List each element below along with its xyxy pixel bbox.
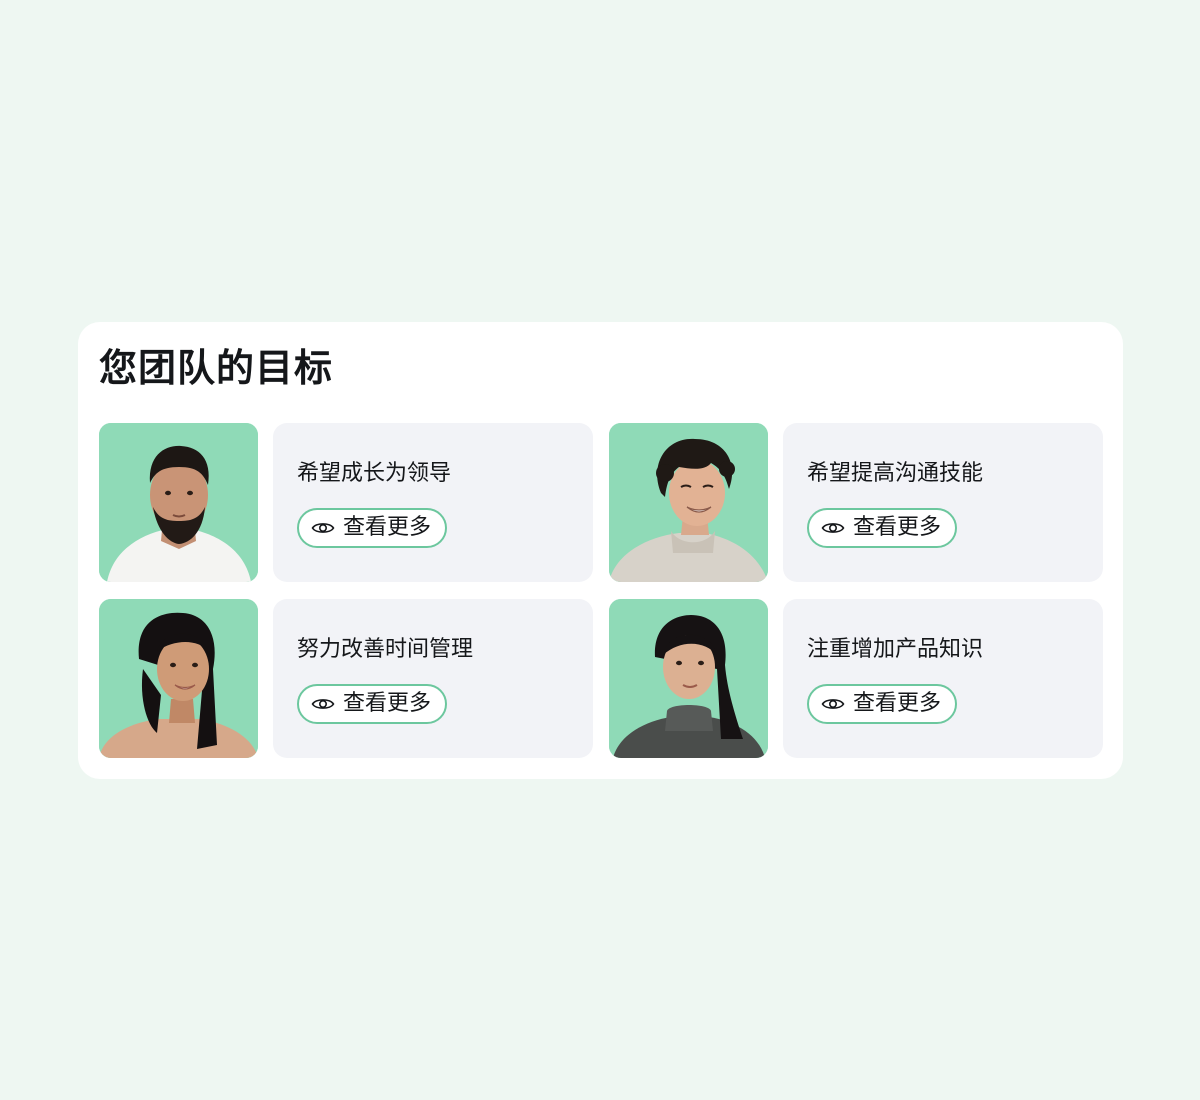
team-goals-panel: 您团队的目标 希望成长为领导 查看更多 希望提高沟通技能 查看更多 努力改善时间… — [78, 322, 1123, 779]
goal-text: 注重增加产品知识 — [807, 637, 984, 662]
eye-icon — [311, 696, 335, 712]
avatar — [609, 423, 768, 582]
view-more-label: 查看更多 — [853, 691, 942, 716]
goal-card: 希望成长为领导 查看更多 — [273, 423, 593, 582]
goal-item: 努力改善时间管理 查看更多 — [99, 599, 593, 758]
eye-icon — [821, 520, 845, 536]
eye-icon — [821, 696, 845, 712]
avatar — [99, 599, 258, 758]
goal-card: 注重增加产品知识 查看更多 — [783, 599, 1103, 758]
avatar — [609, 599, 768, 758]
eye-icon — [311, 520, 335, 536]
panel-title: 您团队的目标 — [99, 346, 334, 390]
goal-card: 希望提高沟通技能 查看更多 — [783, 423, 1103, 582]
goal-text: 希望成长为领导 — [297, 461, 452, 486]
goal-item: 希望提高沟通技能 查看更多 — [609, 423, 1103, 582]
goal-card: 努力改善时间管理 查看更多 — [273, 599, 593, 758]
goal-text: 希望提高沟通技能 — [807, 461, 984, 486]
view-more-button[interactable]: 查看更多 — [297, 684, 448, 724]
view-more-button[interactable]: 查看更多 — [807, 684, 958, 724]
goal-item: 希望成长为领导 查看更多 — [99, 423, 593, 582]
goal-item: 注重增加产品知识 查看更多 — [609, 599, 1103, 758]
avatar — [99, 423, 258, 582]
view-more-button[interactable]: 查看更多 — [807, 508, 958, 548]
view-more-label: 查看更多 — [343, 691, 432, 716]
view-more-label: 查看更多 — [343, 515, 432, 540]
view-more-label: 查看更多 — [853, 515, 942, 540]
goal-text: 努力改善时间管理 — [297, 637, 474, 662]
view-more-button[interactable]: 查看更多 — [297, 508, 448, 548]
